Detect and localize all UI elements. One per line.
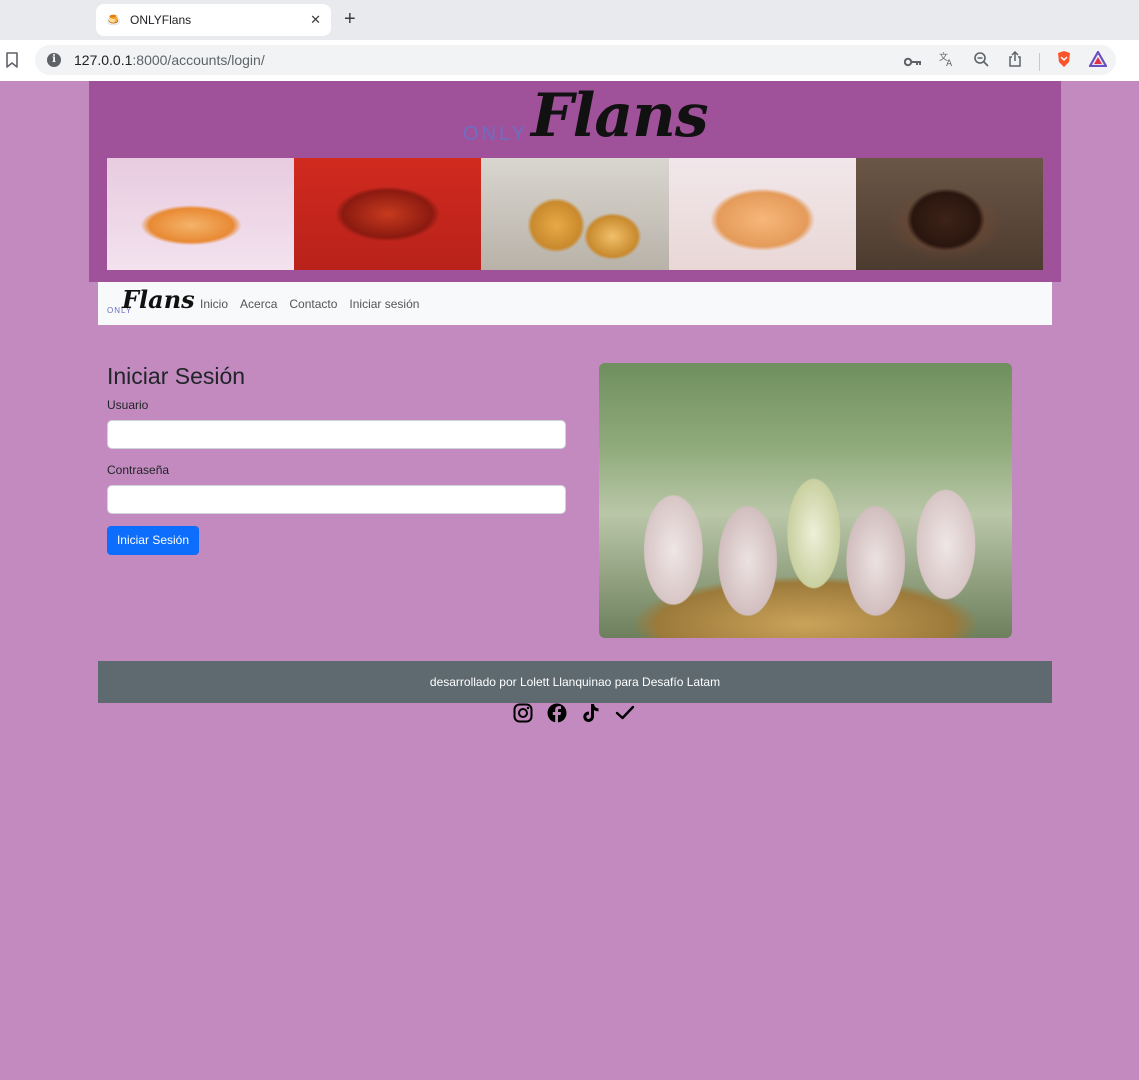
- site-info-icon[interactable]: i: [47, 53, 61, 67]
- header-logo[interactable]: ONLY Flans: [463, 81, 709, 157]
- address-bar-actions: 文A: [903, 50, 1108, 73]
- key-icon[interactable]: [903, 52, 923, 72]
- svg-text:A: A: [946, 59, 953, 67]
- navbar-brand[interactable]: ONLY Flans: [107, 285, 195, 319]
- main-navbar: ONLY Flans Inicio Acerca Contacto Inicia…: [98, 282, 1052, 325]
- tiktok-icon[interactable]: [580, 702, 602, 724]
- nav-link-contacto[interactable]: Contacto: [289, 297, 337, 311]
- dessert-cups-photo: [599, 363, 1012, 638]
- nav-link-login[interactable]: Iniciar sesión: [349, 297, 419, 311]
- bookmark-icon[interactable]: [6, 52, 18, 68]
- browser-toolbar: i 127.0.0.1:8000/accounts/login/ 文A: [0, 40, 1139, 81]
- browser-tab[interactable]: 🍮 ONLYFlans ✕: [96, 4, 331, 36]
- flan-photo-berries: [668, 158, 856, 270]
- new-tab-icon[interactable]: +: [344, 8, 356, 30]
- login-submit-button[interactable]: Iniciar Sesión: [107, 526, 199, 555]
- logo-flans-text: Flans: [531, 81, 709, 151]
- footer-credit: desarrollado por Lolett Llanquinao para …: [429, 675, 721, 689]
- logo-only-text: ONLY: [463, 123, 528, 145]
- flan-favicon-icon: 🍮: [106, 13, 121, 27]
- username-label: Usuario: [107, 398, 149, 412]
- flan-photo-strip: [107, 158, 1044, 270]
- close-tab-icon[interactable]: ✕: [310, 12, 321, 28]
- browser-tabstrip: 🍮 ONLYFlans ✕ +: [0, 0, 1139, 40]
- flan-photo-orange: [107, 158, 295, 270]
- url-text[interactable]: 127.0.0.1:8000/accounts/login/: [74, 52, 265, 68]
- translate-icon[interactable]: 文A: [937, 51, 957, 72]
- nav-link-acerca[interactable]: Acerca: [240, 297, 277, 311]
- share-icon[interactable]: [1005, 50, 1025, 72]
- password-label: Contraseña: [107, 463, 170, 477]
- address-bar[interactable]: i 127.0.0.1:8000/accounts/login/ 文A: [35, 45, 1116, 75]
- zoom-out-icon[interactable]: [971, 51, 991, 72]
- instagram-icon[interactable]: [512, 702, 534, 724]
- social-links: [512, 702, 636, 724]
- tab-title: ONLYFlans: [130, 13, 192, 27]
- url-path: :8000/accounts/login/: [132, 52, 265, 68]
- brave-rewards-icon[interactable]: [1088, 50, 1108, 72]
- facebook-icon[interactable]: [546, 702, 568, 724]
- checkmark-icon[interactable]: [614, 702, 636, 724]
- flan-photo-twin: [481, 158, 669, 270]
- toolbar-divider: [1039, 52, 1040, 71]
- brave-shield-icon[interactable]: [1054, 50, 1074, 73]
- site-footer: desarrollado por Lolett Llanquinao para …: [98, 661, 1052, 703]
- url-host: 127.0.0.1: [74, 52, 133, 68]
- login-title: Iniciar Sesión: [107, 363, 246, 389]
- username-input[interactable]: [107, 420, 566, 449]
- flan-photo-caramel: [294, 158, 482, 270]
- nav-link-inicio[interactable]: Inicio: [200, 297, 228, 311]
- site-header: ONLY Flans: [89, 81, 1061, 282]
- password-input[interactable]: [107, 485, 566, 514]
- navbar-brand-flans: Flans: [122, 284, 195, 314]
- flan-photo-chocolate: [855, 158, 1044, 270]
